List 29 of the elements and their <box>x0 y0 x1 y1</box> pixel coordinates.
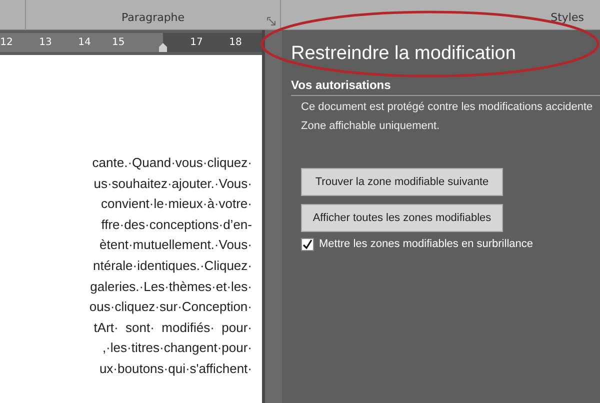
pane-title: Restreindre la modification <box>291 42 517 66</box>
document-text-line: ètent·mutuellement.·Vous· <box>100 236 252 254</box>
ruler-number: 12 <box>0 36 14 50</box>
info-text: Ce document est protégé contre les modifications accidente <box>301 100 594 115</box>
document-text-line: galeries.·Les·thèmes·et·les· <box>90 278 252 296</box>
ruler-number: 13 <box>38 36 53 50</box>
group-label: Paragraphe <box>121 10 185 26</box>
document-text-line: ffre·des·conceptions·d’en- <box>101 216 252 234</box>
document-text-line: cante.·Quand·vous·cliquez· <box>92 154 252 172</box>
section-heading: Vos autorisations <box>291 76 600 96</box>
document-text-line: tArt· sont· modifiés· pour· <box>94 318 252 337</box>
document-text-line: ux·boutons·qui·s'affichent· <box>99 360 252 378</box>
checkbox[interactable] <box>301 238 314 251</box>
ruler-number: 14 <box>77 36 92 50</box>
document-text-line: ,·les·titres·changent·pour· <box>102 339 252 358</box>
ruler-number: 15 <box>111 36 126 50</box>
group-label: Styles <box>550 10 584 26</box>
dialog-launcher-icon[interactable] <box>267 17 276 26</box>
pane-button[interactable]: Afficher toutes les zones modifiables <box>301 204 503 232</box>
checkbox-label: Mettre les zones modifiables en surbrillance <box>319 237 533 252</box>
document-text-line: convient·le·mieux·à·votre· <box>101 195 252 214</box>
ruler-number: 18 <box>228 36 243 50</box>
indent-marker-icon[interactable] <box>158 43 168 52</box>
document-text-line: us·souhaitez·ajouter.·Vous· <box>94 174 252 193</box>
document-text-line: ntérale·identiques.·Cliquez· <box>93 256 252 275</box>
pane-button[interactable]: Trouver la zone modifiable suivante <box>301 168 503 196</box>
ruler-number: 17 <box>189 36 204 50</box>
info-text: Zone affichable uniquement. <box>301 119 441 134</box>
document-text-line: ous·cliquez·sur·Conception· <box>89 298 252 316</box>
